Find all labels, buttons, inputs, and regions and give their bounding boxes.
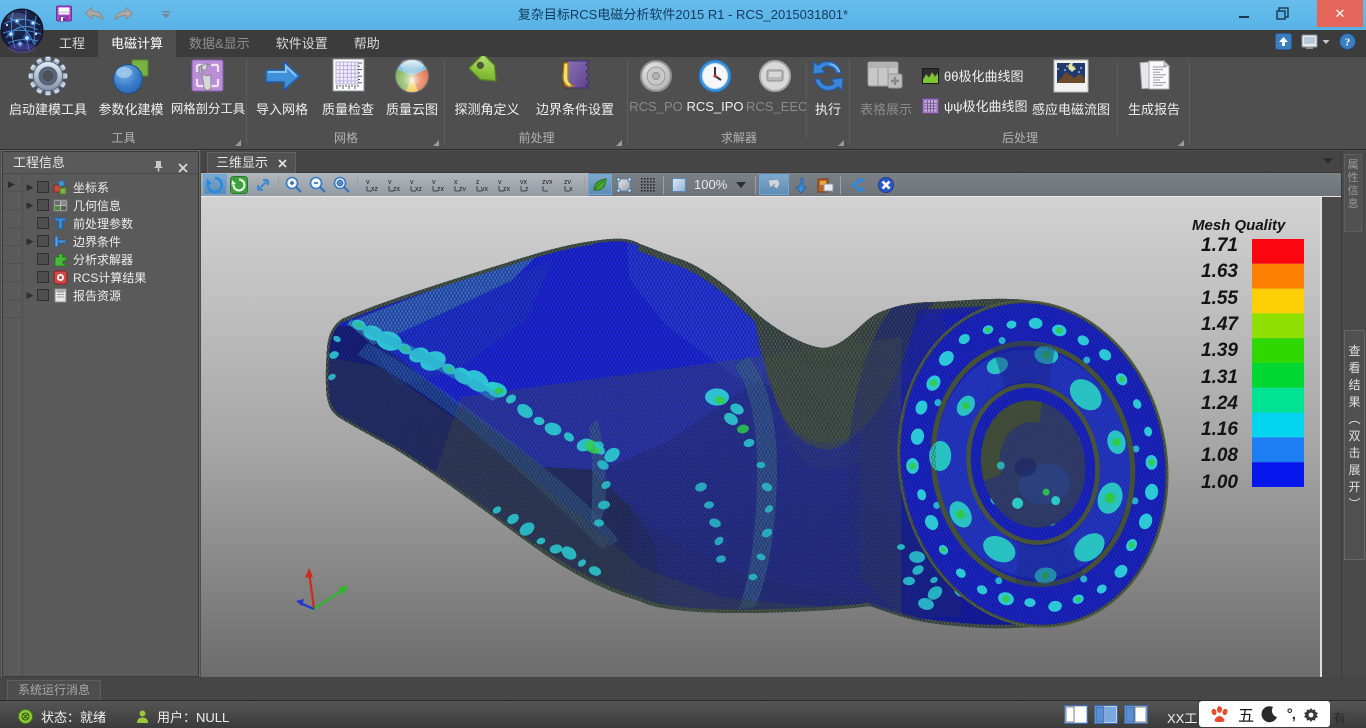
svg-text:zx: zx (503, 186, 511, 193)
svg-text:Mesh Quality: Mesh Quality (1192, 217, 1286, 234)
svg-text:1.63: 1.63 (1201, 261, 1238, 282)
svg-text:zx: zx (437, 186, 445, 193)
svg-text:?: ? (1345, 37, 1351, 49)
svg-text:z: z (525, 186, 529, 193)
svg-text:v: v (498, 179, 502, 186)
svg-text:1.16: 1.16 (1201, 419, 1238, 440)
svg-text:1.00: 1.00 (1201, 472, 1238, 493)
svg-text:xz: xz (371, 186, 379, 193)
svg-text:v: v (410, 179, 414, 186)
svg-text:1.08: 1.08 (1201, 445, 1238, 466)
svg-text:1.55: 1.55 (1201, 288, 1238, 309)
svg-text:zv: zv (564, 179, 572, 186)
svg-text:x: x (454, 179, 458, 186)
svg-text:z: z (476, 179, 480, 186)
svg-text:1.39: 1.39 (1201, 340, 1238, 361)
svg-text:xz: xz (415, 186, 423, 193)
svg-text:v: v (432, 179, 436, 186)
svg-text:v: v (388, 179, 392, 186)
svg-text:1.71: 1.71 (1201, 235, 1238, 256)
svg-text:1.31: 1.31 (1201, 367, 1238, 388)
svg-text:1.47: 1.47 (1201, 314, 1239, 335)
svg-text:zvx: zvx (542, 179, 553, 186)
svg-text:vx: vx (520, 179, 528, 186)
svg-text:x: x (569, 186, 573, 193)
svg-text:zv: zv (459, 186, 467, 193)
svg-text:zx: zx (393, 186, 401, 193)
svg-text:1.24: 1.24 (1201, 393, 1238, 414)
svg-text:v: v (366, 179, 370, 186)
svg-text:vx: vx (481, 186, 489, 193)
